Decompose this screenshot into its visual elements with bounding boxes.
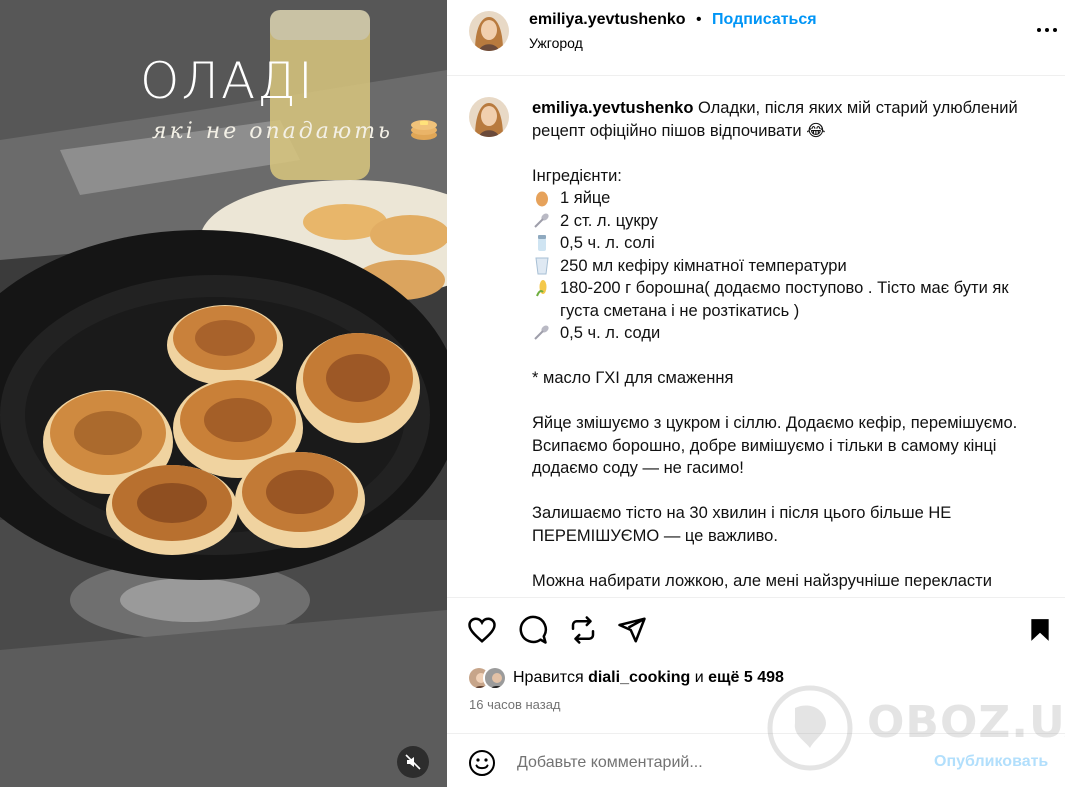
- caption-author-avatar[interactable]: [469, 97, 509, 137]
- caption-scroll-area[interactable]: emiliya.yevtushenko Оладки, після яких м…: [447, 77, 1065, 597]
- likes-text: Нравится diali_cooking и ещё 5 498: [513, 669, 784, 686]
- spoon-icon: [534, 213, 549, 228]
- heart-icon[interactable]: [467, 615, 497, 645]
- ingredient-item: 180-200 г борошна( додаємо поступово . Т…: [532, 277, 1047, 322]
- liker-avatar[interactable]: [483, 666, 507, 690]
- send-icon[interactable]: [617, 615, 647, 645]
- follow-button[interactable]: Подписаться: [712, 11, 817, 29]
- action-bar: [447, 598, 1065, 660]
- comment-icon[interactable]: [518, 615, 548, 645]
- egg-icon: [536, 191, 548, 207]
- salt-icon: [538, 235, 546, 252]
- header-separator: •: [696, 11, 702, 28]
- likes-count[interactable]: ещё 5 498: [708, 669, 784, 686]
- corn-icon: [536, 280, 547, 297]
- author-avatar[interactable]: [469, 11, 509, 51]
- bookmark-icon[interactable]: [1027, 615, 1053, 645]
- glass-icon: [535, 257, 549, 275]
- likes-summary[interactable]: Нравится diali_cooking и ещё 5 498: [467, 664, 784, 692]
- post-media[interactable]: ОЛАДІ які не опадають: [0, 0, 447, 787]
- step-2: Залишаємо тісто на 30 хвилин і після цьо…: [532, 504, 952, 545]
- ingredients-title: Інгредієнти:: [532, 166, 622, 185]
- ingredient-item: 0,5 ч. л. солі: [532, 232, 1047, 255]
- ingredient-item: 0,5 ч. л. соди: [532, 322, 1047, 345]
- liker-username[interactable]: diali_cooking: [588, 669, 690, 686]
- spoon-icon: [534, 325, 549, 340]
- post-location[interactable]: Ужгород: [529, 35, 583, 51]
- mute-button[interactable]: [397, 746, 429, 778]
- oil-note: * масло ГХІ для смаження: [532, 369, 734, 387]
- pancake-stack-icon: [411, 120, 438, 140]
- post-panel: emiliya.yevtushenko • Подписаться Ужгоро…: [447, 0, 1065, 787]
- post-caption: emiliya.yevtushenko Оладки, після яких м…: [532, 97, 1047, 592]
- emoji-icon[interactable]: [468, 749, 496, 777]
- author-username[interactable]: emiliya.yevtushenko: [529, 11, 686, 29]
- repost-icon[interactable]: [568, 615, 598, 645]
- ingredient-item: 250 мл кефіру кімнатної температури: [532, 255, 1047, 278]
- publish-button[interactable]: Опубликовать: [934, 753, 1048, 771]
- comment-input[interactable]: [517, 752, 907, 774]
- overlay-title: ОЛАДІ: [140, 52, 315, 110]
- ingredient-item: 2 ст. л. цукру: [532, 210, 1047, 233]
- post-timestamp[interactable]: 16 часов назад: [469, 697, 561, 712]
- ingredient-item: 1 яйце: [532, 187, 1047, 210]
- step-3: Можна набирати ложкою, але мені найзручн…: [532, 571, 992, 590]
- step-1: Яйце змішуємо з цукром і сіллю. Додаємо …: [532, 414, 1018, 477]
- overlay-subtitle: які не опадають: [152, 117, 439, 144]
- speaker-muted-icon: [405, 754, 421, 770]
- post-header: emiliya.yevtushenko • Подписаться Ужгоро…: [447, 0, 1065, 76]
- more-options-icon[interactable]: [1036, 22, 1058, 38]
- comment-bar: Опубликовать: [447, 733, 1065, 787]
- caption-username[interactable]: emiliya.yevtushenko: [532, 99, 693, 117]
